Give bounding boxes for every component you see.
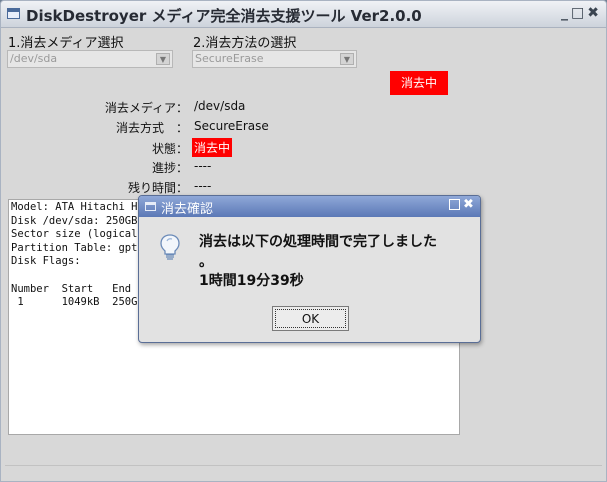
info-lightbulb-icon bbox=[160, 234, 180, 260]
info-media-key: 消去メディア： bbox=[104, 101, 188, 115]
info-progress-key: 進捗： bbox=[151, 161, 188, 175]
media-select-value: /dev/sda bbox=[10, 52, 58, 65]
main-window: DiskDestroyer メディア完全消去支援ツール Ver2.0.0 _ □ ✖… bbox=[0, 0, 607, 482]
title-bar[interactable]: DiskDestroyer メディア完全消去支援ツール Ver2.0.0 _ □ ✖ bbox=[1, 1, 606, 28]
info-state-key: 状態： bbox=[151, 142, 188, 156]
maximize-icon[interactable] bbox=[449, 199, 460, 210]
window-icon bbox=[7, 8, 20, 19]
info-method-key: 消去方式 ： bbox=[115, 121, 188, 135]
info-state-value: 消去中 bbox=[192, 138, 233, 157]
window-controls: _ □ ✖ bbox=[559, 5, 600, 21]
info-media-value: /dev/sda bbox=[194, 99, 246, 113]
dialog-window-icon bbox=[145, 202, 156, 211]
status-bar bbox=[5, 465, 602, 478]
method-select-combo[interactable]: SecureErase ▼ bbox=[192, 50, 357, 68]
dialog-title: 消去確認 bbox=[161, 202, 214, 217]
dialog-duration: 1時間19分39秒 bbox=[199, 273, 304, 289]
info-remaining-value: ---- bbox=[194, 179, 212, 193]
close-icon[interactable]: ✖ bbox=[587, 5, 600, 21]
close-icon[interactable]: ✖ bbox=[463, 198, 475, 211]
method-select-value: SecureErase bbox=[195, 52, 264, 65]
dialog-message: 消去は以下の処理時間で完了しました bbox=[199, 234, 437, 250]
erase-confirm-dialog: 消去確認 ✖ 消去は以下の処理時間で完了しました 。 1時間19分39秒 OK bbox=[138, 195, 481, 343]
ok-button[interactable]: OK bbox=[272, 306, 349, 331]
maximize-icon[interactable]: □ bbox=[571, 5, 585, 21]
erase-button[interactable]: 消去中 bbox=[390, 71, 448, 95]
info-progress-value: ---- bbox=[194, 159, 212, 173]
window-title: DiskDestroyer メディア完全消去支援ツール Ver2.0.0 bbox=[26, 7, 422, 25]
chevron-down-icon[interactable]: ▼ bbox=[340, 53, 354, 65]
method-select-label: 2.消去方法の選択 bbox=[193, 36, 297, 51]
media-select-combo[interactable]: /dev/sda ▼ bbox=[7, 50, 173, 68]
ok-button-label: OK bbox=[275, 309, 346, 328]
info-remaining-key: 残り時間： bbox=[127, 181, 188, 195]
info-method-value: SecureErase bbox=[194, 119, 269, 133]
media-select-label: 1.消去メディア選択 bbox=[8, 36, 124, 51]
minimize-icon[interactable]: _ bbox=[561, 5, 569, 21]
dialog-title-bar[interactable]: 消去確認 ✖ bbox=[139, 196, 480, 217]
dialog-message-period: 。 bbox=[199, 254, 213, 270]
dialog-controls: ✖ bbox=[449, 198, 475, 213]
chevron-down-icon[interactable]: ▼ bbox=[156, 53, 170, 65]
